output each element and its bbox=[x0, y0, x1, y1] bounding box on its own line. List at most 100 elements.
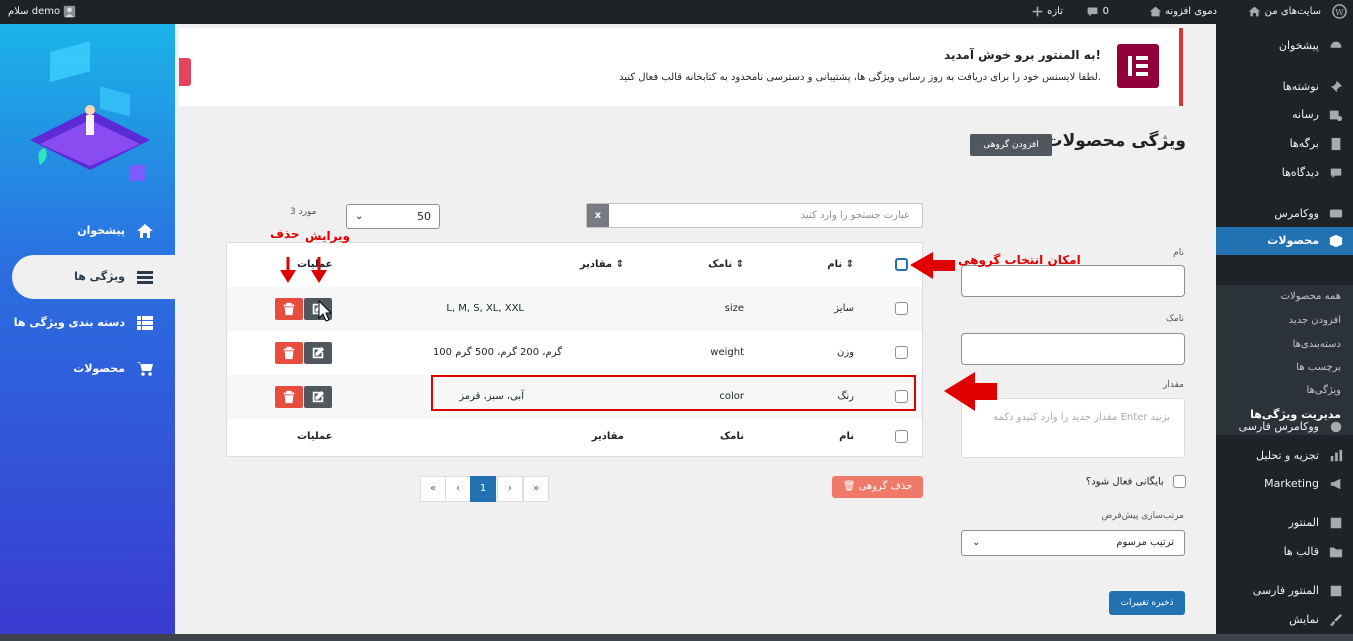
value-label: مقدار bbox=[1163, 380, 1184, 390]
submenu-item-tags[interactable]: برچسب ها bbox=[1216, 356, 1353, 380]
sidebar-item-marketing[interactable]: Marketing bbox=[1216, 470, 1353, 498]
edit-icon bbox=[312, 390, 325, 403]
user-account[interactable]: سلام demo bbox=[8, 0, 76, 24]
panel-item-attributes[interactable]: ویژگی ها bbox=[12, 255, 175, 299]
sidebar-item-comments[interactable]: دیدگاه‌ها bbox=[1216, 159, 1353, 187]
sidebar-item-elementor[interactable]: المنتور bbox=[1216, 509, 1353, 537]
table-row: وزن weight 100 گرم، 200 گرم، 500 گرم bbox=[227, 331, 922, 375]
notice-action-tab[interactable] bbox=[179, 58, 191, 86]
home-icon bbox=[1149, 6, 1161, 16]
bottom-bar bbox=[0, 634, 1353, 641]
table-header-row: نام ⇕ نامک ⇕ مقادیر ⇕ عملیات bbox=[227, 243, 922, 287]
edit-button[interactable] bbox=[304, 386, 332, 408]
header-values[interactable]: مقادیر ⇕ bbox=[580, 243, 624, 287]
pager-current[interactable]: 1 bbox=[470, 476, 496, 502]
wordpress-logo[interactable]: W bbox=[1332, 0, 1347, 24]
footer-name: نام bbox=[839, 431, 854, 442]
wordpress-icon bbox=[1330, 421, 1342, 433]
value-textarea[interactable]: مقدار جدید را وارد کنیدو دکمه Enter بزنی… bbox=[961, 398, 1185, 458]
submenu-item-categories[interactable]: دسته‌بندی‌ها bbox=[1216, 333, 1353, 357]
sidebar-label: المنتور فارسی bbox=[1252, 584, 1319, 597]
select-all-checkbox[interactable] bbox=[895, 257, 908, 271]
edit-icon bbox=[312, 302, 325, 315]
comments-link[interactable]: 0 bbox=[1086, 0, 1109, 24]
slug-input[interactable] bbox=[961, 333, 1185, 365]
panel-label: ویژگی ها bbox=[74, 270, 125, 283]
edit-button[interactable] bbox=[304, 298, 332, 320]
name-input[interactable] bbox=[961, 265, 1185, 297]
archive-label: بایگانی فعال شود؟ bbox=[1085, 476, 1164, 488]
isometric-illustration bbox=[30, 41, 150, 181]
bulk-delete-button[interactable]: 🗑 حذف گروهی bbox=[832, 476, 923, 498]
folder-icon bbox=[1329, 547, 1343, 558]
my-sites-link[interactable]: سایت‌های من bbox=[1248, 0, 1321, 24]
footer-slug: نامک bbox=[720, 431, 744, 442]
sidebar-label: پیشخوان bbox=[1278, 39, 1319, 52]
elementor-logo-icon bbox=[1117, 44, 1159, 88]
header-slug[interactable]: نامک ⇕ bbox=[708, 243, 744, 287]
greeting-label: سلام demo bbox=[8, 6, 61, 17]
header-actions: عملیات bbox=[297, 259, 333, 270]
bulk-select-annotation: امکان انتخاب گروهی bbox=[958, 253, 1081, 267]
sidebar-label: دیدگاه‌ها bbox=[1281, 166, 1319, 179]
header-name[interactable]: نام ⇕ bbox=[827, 243, 854, 287]
row-checkbox[interactable] bbox=[895, 301, 908, 315]
admin-bar: W سایت‌های من دموی افزونه 0 تازه سلام de… bbox=[0, 0, 1353, 24]
bulk-add-button[interactable]: افزودن گروهی bbox=[970, 134, 1052, 156]
sidebar-item-templates[interactable]: قالب ها bbox=[1216, 538, 1353, 566]
pager-next[interactable]: › bbox=[497, 476, 523, 502]
row-values: 100 گرم، 200 گرم، 500 گرم bbox=[432, 347, 562, 358]
trash-icon bbox=[283, 302, 295, 316]
slug-label: نامک bbox=[1165, 314, 1184, 324]
sidebar-item-persian-woocommerce[interactable]: ووکامرس فارسی bbox=[1216, 413, 1353, 441]
table-footer-row: نام نامک مقادیر عملیات bbox=[227, 415, 922, 459]
home-icon bbox=[137, 224, 153, 238]
delete-annotation: حذف bbox=[270, 227, 300, 241]
delete-button[interactable] bbox=[275, 386, 303, 408]
edit-annotation: ویرایش bbox=[305, 229, 351, 243]
sort-select[interactable]: ترتیب مرسوم ⌄ bbox=[961, 530, 1185, 556]
sidebar-item-pages[interactable]: برگه‌ها bbox=[1216, 130, 1353, 158]
delete-button[interactable] bbox=[275, 342, 303, 364]
sidebar-label: برگه‌ها bbox=[1289, 137, 1319, 150]
sidebar-label: تجزیه و تحلیل bbox=[1256, 449, 1319, 462]
archive-option[interactable]: بایگانی فعال شود؟ bbox=[1086, 475, 1186, 488]
submenu-item-attributes[interactable]: ویژگی‌ها bbox=[1216, 379, 1353, 403]
sidebar-item-dashboard[interactable]: پیشخوان bbox=[1216, 32, 1353, 60]
select-all-checkbox[interactable] bbox=[895, 429, 908, 443]
cart-icon bbox=[137, 362, 153, 376]
panel-item-dashboard[interactable]: پیشخوان bbox=[0, 209, 175, 253]
edit-icon bbox=[312, 346, 325, 359]
row-checkbox[interactable] bbox=[895, 345, 908, 359]
submenu-item-all-products[interactable]: همه محصولات bbox=[1216, 285, 1353, 309]
panel-item-products[interactable]: محصولات bbox=[0, 347, 175, 391]
panel-item-attribute-categories[interactable]: دسته بندی ویژگی ها bbox=[0, 301, 175, 345]
pager-last[interactable]: » bbox=[523, 476, 549, 502]
pager-prev[interactable]: ‹ bbox=[445, 476, 471, 502]
archive-checkbox[interactable] bbox=[1173, 475, 1186, 488]
new-content-link[interactable]: تازه bbox=[1031, 0, 1063, 24]
sidebar-item-media[interactable]: رسانه bbox=[1216, 101, 1353, 129]
main-content: به المنتور برو خوش آمدید! لطفا لایسنس خو… bbox=[175, 24, 1216, 641]
submenu-item-add-new[interactable]: افزودن جدید bbox=[1216, 309, 1353, 333]
per-page-select[interactable]: 50 ⌄ bbox=[346, 204, 440, 229]
sidebar-item-woocommerce[interactable]: ووکامرس bbox=[1216, 200, 1353, 228]
search-input[interactable]: عبارت جستجو را وارد کنید x bbox=[586, 203, 923, 228]
pager-first[interactable]: « bbox=[420, 476, 446, 502]
site-name-link[interactable]: دموی افزونه bbox=[1149, 0, 1217, 24]
search-clear-button[interactable]: x bbox=[587, 204, 609, 227]
sidebar-item-persian-elementor[interactable]: المنتور فارسی bbox=[1216, 577, 1353, 605]
sidebar-item-products[interactable]: محصولات bbox=[1208, 227, 1353, 255]
attributes-table: نام ⇕ نامک ⇕ مقادیر ⇕ عملیات سایز size L… bbox=[226, 242, 923, 457]
elementor-notice: به المنتور برو خوش آمدید! لطفا لایسنس خو… bbox=[179, 28, 1183, 106]
edit-button[interactable] bbox=[304, 342, 332, 364]
comments-count: 0 bbox=[1102, 6, 1109, 17]
elementor-icon bbox=[1330, 585, 1342, 597]
pin-icon bbox=[1330, 80, 1343, 93]
sidebar-item-analytics[interactable]: تجزیه و تحلیل bbox=[1216, 442, 1353, 470]
sidebar-item-appearance[interactable]: نمایش bbox=[1216, 606, 1353, 634]
sidebar-item-posts[interactable]: نوشته‌ها bbox=[1216, 73, 1353, 101]
delete-button[interactable] bbox=[275, 298, 303, 320]
save-changes-button[interactable]: ذخیره تغییرات bbox=[1109, 591, 1185, 615]
row-slug: size bbox=[724, 303, 744, 314]
